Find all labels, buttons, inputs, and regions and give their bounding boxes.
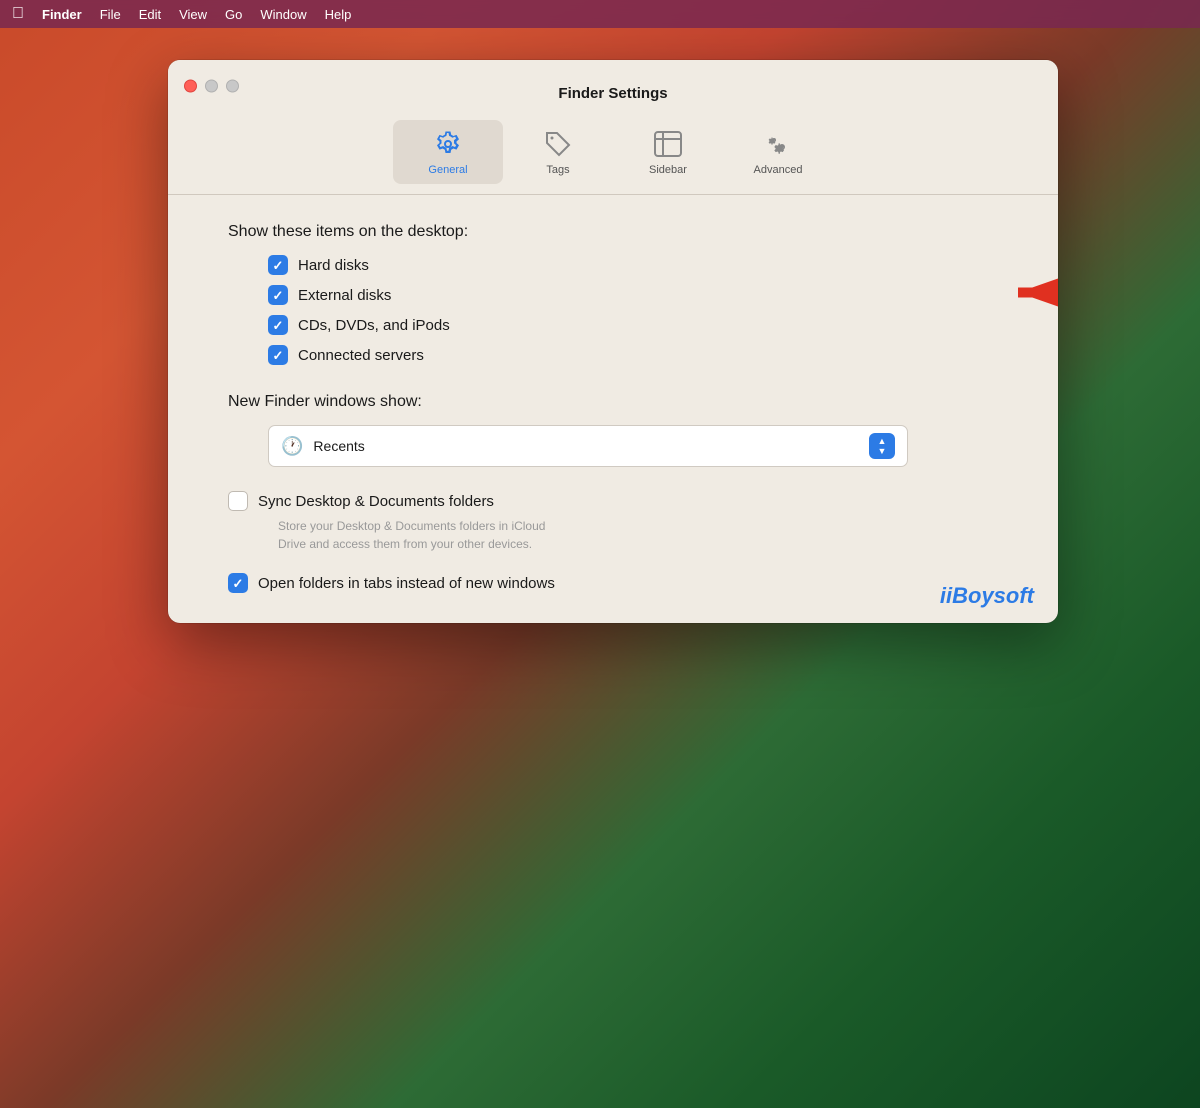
iboysoft-watermark: iiBoysoft	[940, 583, 1034, 609]
menu-view[interactable]: View	[179, 7, 207, 22]
hard-disks-row: ✓ Hard disks	[268, 255, 998, 275]
connected-servers-row: ✓ Connected servers	[268, 345, 998, 365]
advanced-gear-icon	[762, 128, 794, 160]
open-folders-row: ✓ Open folders in tabs instead of new wi…	[228, 573, 998, 593]
traffic-lights	[184, 80, 239, 93]
tag-icon	[542, 128, 574, 160]
tab-general-label: General	[428, 164, 467, 176]
sync-row: Sync Desktop & Documents folders	[228, 491, 998, 511]
external-disks-checkbox[interactable]: ✓	[268, 285, 288, 305]
desktop-section-label: Show these items on the desktop:	[228, 223, 998, 241]
chevron-up-icon: ▲	[878, 437, 887, 446]
minimize-button[interactable]	[205, 80, 218, 93]
menu-help[interactable]: Help	[325, 7, 352, 22]
menu-go[interactable]: Go	[225, 7, 242, 22]
window-title: Finder Settings	[558, 85, 667, 102]
tab-tags[interactable]: Tags	[503, 120, 613, 184]
maximize-button[interactable]	[226, 80, 239, 93]
finder-windows-section: New Finder windows show: 🕐 Recents ▲ ▼	[228, 393, 998, 467]
open-folders-checkbox[interactable]: ✓	[228, 573, 248, 593]
sync-label: Sync Desktop & Documents folders	[258, 493, 494, 510]
clock-icon: 🕐	[281, 436, 303, 457]
dropdown-stepper[interactable]: ▲ ▼	[869, 433, 895, 459]
recents-dropdown[interactable]: 🕐 Recents ▲ ▼	[268, 425, 908, 467]
gear-icon	[432, 128, 464, 160]
desktop-checkboxes: ✓ Hard disks ✓ External disks	[268, 255, 998, 365]
tab-general[interactable]: General	[393, 120, 503, 184]
menu-file[interactable]: File	[100, 7, 121, 22]
tab-advanced-label: Advanced	[754, 164, 803, 176]
cds-dvds-label: CDs, DVDs, and iPods	[298, 317, 450, 334]
tab-advanced[interactable]: Advanced	[723, 120, 833, 184]
toolbar: General Tags Sidebar	[168, 112, 1058, 184]
menu-window[interactable]: Window	[260, 7, 306, 22]
cds-dvds-checkbox[interactable]: ✓	[268, 315, 288, 335]
close-button[interactable]	[184, 80, 197, 93]
finder-windows-label: New Finder windows show:	[228, 393, 998, 411]
tab-tags-label: Tags	[546, 164, 569, 176]
sync-section: Sync Desktop & Documents folders Store y…	[228, 491, 998, 553]
tab-sidebar[interactable]: Sidebar	[613, 120, 723, 184]
external-disks-row: ✓ External disks	[268, 285, 998, 305]
apple-menu-icon[interactable]: 	[12, 6, 24, 22]
title-bar: Finder Settings	[168, 60, 1058, 112]
connected-servers-checkbox[interactable]: ✓	[268, 345, 288, 365]
hard-disks-label: Hard disks	[298, 257, 369, 274]
menu-bar:  Finder File Edit View Go Window Help	[0, 0, 1200, 28]
cds-dvds-row: ✓ CDs, DVDs, and iPods	[268, 315, 998, 335]
finder-settings-window: Finder Settings General Tags	[168, 60, 1058, 623]
dropdown-wrapper: 🕐 Recents ▲ ▼	[268, 425, 998, 467]
hard-disks-checkbox[interactable]: ✓	[268, 255, 288, 275]
red-arrow-annotation	[1008, 270, 1058, 321]
chevron-down-icon: ▼	[878, 447, 887, 456]
settings-content: Show these items on the desktop: ✓ Hard …	[168, 195, 1058, 623]
menu-edit[interactable]: Edit	[139, 7, 161, 22]
open-folders-label: Open folders in tabs instead of new wind…	[258, 575, 555, 592]
external-disks-label: External disks	[298, 287, 391, 304]
sync-checkbox[interactable]	[228, 491, 248, 511]
tab-sidebar-label: Sidebar	[649, 164, 687, 176]
sync-description: Store your Desktop & Documents folders i…	[278, 517, 998, 553]
sidebar-icon	[652, 128, 684, 160]
menu-finder[interactable]: Finder	[42, 7, 82, 22]
dropdown-selected-value: Recents	[313, 438, 869, 454]
connected-servers-label: Connected servers	[298, 347, 424, 364]
